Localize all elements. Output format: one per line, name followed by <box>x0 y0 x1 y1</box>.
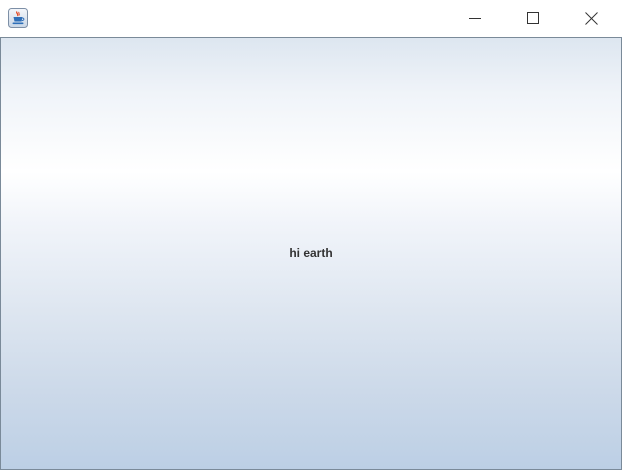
close-icon <box>584 11 598 25</box>
content-panel: hi earth <box>0 37 622 470</box>
java-cup-icon[interactable] <box>8 8 28 28</box>
title-bar[interactable] <box>0 0 622 37</box>
close-button[interactable] <box>568 0 614 36</box>
maximize-button[interactable] <box>510 0 556 36</box>
maximize-icon <box>527 12 539 24</box>
app-window: hi earth <box>0 0 622 470</box>
greeting-label: hi earth <box>289 246 333 260</box>
minimize-icon <box>469 12 481 24</box>
minimize-button[interactable] <box>452 0 498 36</box>
